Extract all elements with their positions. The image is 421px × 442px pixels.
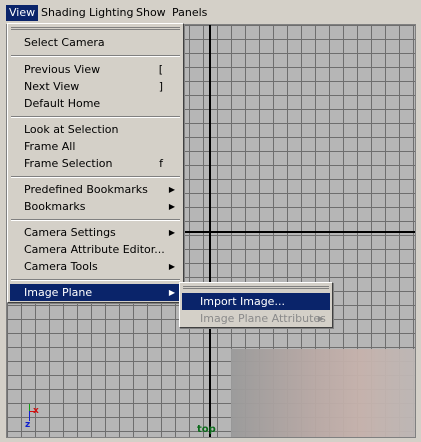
tear-off-line[interactable] — [11, 27, 180, 28]
submenu-arrow-icon: ▶ — [168, 185, 175, 194]
axis-z-label: z — [25, 420, 31, 430]
panel-menubar: View Shading Lighting Show Panels — [0, 3, 421, 23]
menu-item-camera-tools[interactable]: Camera Tools ▶ — [10, 258, 181, 275]
menu-item-frame-selection[interactable]: Frame Selection f — [10, 155, 181, 172]
shortcut-label: f — [159, 157, 163, 170]
camera-label: top — [197, 424, 216, 435]
axis-gizmo-icon: x z — [23, 402, 53, 432]
menu-separator — [11, 219, 180, 221]
image-plane-preview — [231, 349, 415, 437]
tear-off-line[interactable] — [183, 286, 329, 287]
menu-show[interactable]: Show — [133, 5, 169, 21]
menu-item-image-plane[interactable]: Image Plane ▶ — [10, 284, 181, 301]
submenu-arrow-icon: ▶ — [168, 228, 175, 237]
menu-item-bookmarks[interactable]: Bookmarks ▶ — [10, 198, 181, 215]
menu-panels[interactable]: Panels — [169, 5, 210, 21]
menu-item-camera-settings[interactable]: Camera Settings ▶ — [10, 224, 181, 241]
submenu-arrow-icon: ▶ — [168, 262, 175, 271]
menu-item-default-home[interactable]: Default Home — [10, 95, 181, 112]
menu-item-select-camera[interactable]: Select Camera — [10, 34, 181, 51]
image-plane-submenu: Import Image... Image Plane Attributes ▶ — [179, 282, 333, 328]
maya-panel: View Shading Lighting Show Panels top x … — [0, 0, 421, 442]
menu-separator — [11, 116, 180, 118]
menu-separator — [11, 176, 180, 178]
menu-shading[interactable]: Shading — [38, 5, 89, 21]
menu-lighting[interactable]: Lighting — [86, 5, 136, 21]
menu-view[interactable]: View — [6, 5, 39, 21]
shortcut-label: ] — [158, 80, 163, 93]
menu-item-next-view[interactable]: Next View] — [10, 78, 181, 95]
submenu-arrow-icon: ▶ — [168, 202, 175, 211]
menu-item-camera-attribute-editor[interactable]: Camera Attribute Editor... — [10, 241, 181, 258]
menu-item-image-plane-attributes: Image Plane Attributes ▶ — [200, 312, 326, 325]
menu-separator — [11, 55, 180, 57]
menu-item-frame-all[interactable]: Frame All — [10, 138, 181, 155]
menu-separator — [11, 279, 180, 281]
menu-item-look-at-selection[interactable]: Look at Selection — [10, 121, 181, 138]
submenu-arrow-icon: ▶ — [168, 288, 175, 297]
menu-item-import-image[interactable]: Import Image... — [182, 293, 330, 310]
view-menu: Select Camera Previous View[ Next View] … — [7, 23, 184, 303]
menu-item-previous-view[interactable]: Previous View[ — [10, 61, 181, 78]
shortcut-label: [ — [158, 63, 163, 76]
submenu-arrow-icon: ▶ — [317, 314, 324, 323]
axis-x-label: x — [33, 406, 39, 416]
menu-item-predefined-bookmarks[interactable]: Predefined Bookmarks ▶ — [10, 181, 181, 198]
